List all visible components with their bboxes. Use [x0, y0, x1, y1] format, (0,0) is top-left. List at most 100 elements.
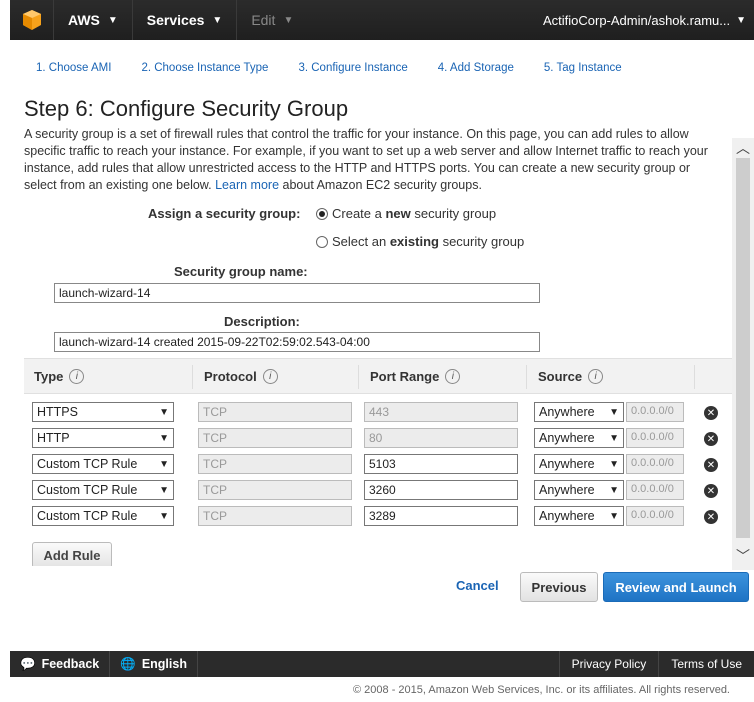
rule-port-input[interactable]: 3289 — [364, 506, 518, 526]
step-add-storage[interactable]: 4. Add Storage — [438, 62, 514, 74]
footer-bar: 💬 Feedback 🌐 English Privacy Policy Term… — [10, 651, 754, 677]
aws-cube-icon[interactable] — [10, 0, 54, 40]
chevron-down-icon: ▼ — [159, 406, 169, 418]
assign-security-group: Assign a security group: Create a new se… — [10, 204, 730, 264]
rule-cidr-field: 0.0.0.0/0 — [626, 506, 684, 526]
rule-type-select[interactable]: Custom TCP Rule ▼ — [32, 506, 174, 526]
aws-menu[interactable]: AWS ▼ — [54, 0, 133, 40]
sg-name-input[interactable]: launch-wizard-14 — [54, 283, 540, 303]
col-source-label: Source — [538, 369, 583, 384]
services-menu[interactable]: Services ▼ — [133, 0, 238, 40]
main-content: Step 6: Configure Security Group A secur… — [10, 86, 732, 566]
scroll-up-icon[interactable]: ︿ — [732, 138, 754, 156]
scroll-down-icon[interactable]: ﹀ — [732, 546, 754, 564]
rule-source-select[interactable]: Anywhere ▼ — [534, 480, 624, 500]
vertical-scrollbar[interactable]: ︿ ﹀ — [732, 138, 754, 570]
account-menu[interactable]: ActifioCorp-Admin/ashok.ramu... ▼ — [543, 13, 754, 28]
table-row: Custom TCP Rule ▼ TCP 3260 Anywhere ▼ 0.0.… — [24, 480, 732, 502]
col-protocol-label: Protocol — [204, 369, 257, 384]
info-icon[interactable]: i — [445, 369, 461, 384]
cancel-button[interactable]: Cancel — [456, 578, 499, 593]
chevron-down-icon: ▼ — [159, 510, 169, 522]
terms-of-use-link[interactable]: Terms of Use — [658, 651, 754, 677]
edit-menu[interactable]: Edit ▼ — [237, 0, 307, 40]
rule-source-select[interactable]: Anywhere ▼ — [534, 402, 624, 422]
table-row: HTTPS ▼ TCP 443 Anywhere ▼ 0.0.0.0/0 ✕ — [24, 402, 732, 424]
rule-protocol-field: TCP — [198, 454, 352, 474]
radio-unselected-icon[interactable] — [316, 235, 328, 248]
privacy-policy-link[interactable]: Privacy Policy — [558, 651, 659, 677]
radio-select-existing-label: Select an existing security group — [332, 234, 525, 249]
remove-rule-icon[interactable]: ✕ — [704, 510, 718, 524]
language-label: English — [141, 657, 187, 671]
col-type: Type i — [34, 369, 85, 384]
feedback-label: Feedback — [41, 657, 100, 671]
remove-rule-icon[interactable]: ✕ — [704, 458, 718, 472]
console-window: AWS ▼ Services ▼ Edit ▼ ActifioCorp-Admi… — [0, 0, 754, 702]
col-source: Source i — [538, 369, 604, 384]
language-selector[interactable]: 🌐 English — [110, 651, 198, 677]
rule-port-input[interactable]: 5103 — [364, 454, 518, 474]
feedback-link[interactable]: 💬 Feedback — [10, 651, 111, 677]
chevron-down-icon: ▼ — [159, 484, 169, 496]
rule-protocol-field: TCP — [198, 402, 352, 422]
chevron-down-icon: ▼ — [609, 432, 619, 444]
add-rule-button[interactable]: Add Rule — [32, 542, 112, 566]
radio-create-new[interactable]: Create a new security group — [316, 206, 496, 221]
radio-select-existing[interactable]: Select an existing security group — [316, 234, 524, 249]
sg-description-input[interactable]: launch-wizard-14 created 2015-09-22T02:5… — [54, 332, 540, 352]
rule-type-select[interactable]: HTTP ▼ — [32, 428, 174, 448]
rule-protocol-field: TCP — [198, 480, 352, 500]
table-row: Custom TCP Rule ▼ TCP 3289 Anywhere ▼ 0.0.… — [24, 506, 732, 528]
wizard-steps: 1. Choose AMI 2. Choose Instance Type 3.… — [10, 40, 754, 86]
chevron-down-icon: ▼ — [159, 458, 169, 470]
learn-more-link[interactable]: Learn more — [215, 178, 279, 192]
wizard-actions: Cancel Previous Review and Launch — [0, 572, 754, 602]
step-configure-instance[interactable]: 3. Configure Instance — [298, 62, 407, 74]
rule-source-select[interactable]: Anywhere ▼ — [534, 454, 624, 474]
remove-rule-icon[interactable]: ✕ — [704, 484, 718, 498]
rules-table-header: Type i Protocol i Port Range i Source i — [24, 358, 732, 394]
chevron-down-icon: ▼ — [609, 484, 619, 496]
sg-name-label: Security group name: — [174, 264, 308, 279]
col-type-label: Type — [34, 369, 64, 384]
remove-rule-icon[interactable]: ✕ — [704, 432, 718, 446]
rule-cidr-field: 0.0.0.0/0 — [626, 428, 684, 448]
rule-protocol-field: TCP — [198, 428, 352, 448]
previous-button[interactable]: Previous — [520, 572, 598, 602]
table-row: HTTP ▼ TCP 80 Anywhere ▼ 0.0.0.0/0 ✕ — [24, 428, 732, 450]
chevron-down-icon: ▼ — [283, 14, 294, 26]
col-port-range: Port Range i — [370, 369, 461, 384]
chevron-down-icon: ▼ — [609, 406, 619, 418]
rule-protocol-field: TCP — [198, 506, 352, 526]
footer-links: Privacy Policy Terms of Use — [558, 651, 754, 677]
globe-icon: 🌐 — [120, 656, 136, 671]
step-choose-ami[interactable]: 1. Choose AMI — [36, 62, 111, 74]
rule-port-field: 80 — [364, 428, 518, 448]
rule-type-select[interactable]: Custom TCP Rule ▼ — [32, 454, 174, 474]
chevron-down-icon: ▼ — [107, 14, 118, 26]
rule-type-select[interactable]: Custom TCP Rule ▼ — [32, 480, 174, 500]
chevron-down-icon: ▼ — [609, 458, 619, 470]
radio-create-new-label: Create a new security group — [332, 206, 497, 221]
rule-port-input[interactable]: 3260 — [364, 480, 518, 500]
step-choose-instance-type[interactable]: 2. Choose Instance Type — [141, 62, 268, 74]
table-row: Custom TCP Rule ▼ TCP 5103 Anywhere ▼ 0.0.… — [24, 454, 732, 476]
remove-rule-icon[interactable]: ✕ — [704, 406, 718, 420]
scrollbar-thumb[interactable] — [736, 158, 750, 538]
copyright-text: © 2008 - 2015, Amazon Web Services, Inc.… — [353, 684, 730, 696]
chevron-down-icon: ▼ — [159, 432, 169, 444]
assign-label: Assign a security group: — [148, 206, 301, 221]
rule-source-select[interactable]: Anywhere ▼ — [534, 506, 624, 526]
services-menu-label: Services — [146, 12, 205, 28]
review-and-launch-button[interactable]: Review and Launch — [603, 572, 749, 602]
rule-source-select[interactable]: Anywhere ▼ — [534, 428, 624, 448]
rule-type-select[interactable]: HTTPS ▼ — [32, 402, 174, 422]
info-icon[interactable]: i — [588, 369, 604, 384]
account-name: ActifioCorp-Admin/ashok.ramu... — [542, 12, 731, 28]
step-tag-instance[interactable]: 5. Tag Instance — [544, 62, 622, 74]
info-icon[interactable]: i — [69, 369, 85, 384]
info-icon[interactable]: i — [262, 369, 278, 384]
col-protocol: Protocol i — [204, 369, 278, 384]
radio-selected-icon[interactable] — [316, 207, 328, 220]
